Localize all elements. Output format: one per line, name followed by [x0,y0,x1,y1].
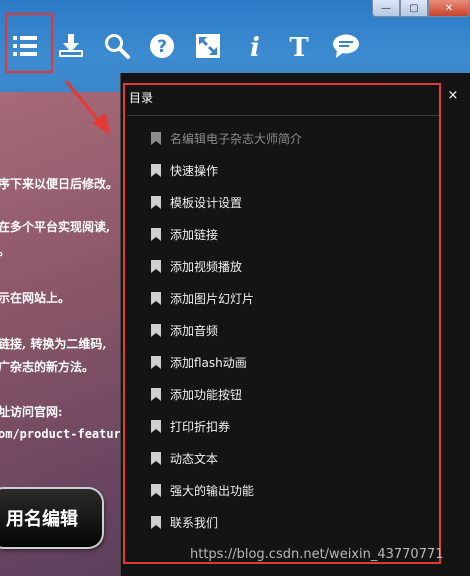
comment-icon[interactable] [331,30,361,62]
annotation-arrow-icon [64,80,110,135]
page-text-line: 在多个平台实现阅读, [0,220,111,234]
svg-text:i: i [250,33,260,60]
toc-item[interactable]: 联系我们 [151,516,302,548]
bookmark-icon [151,260,161,273]
bookmark-icon [151,356,161,369]
svg-text:?: ? [157,37,167,57]
search-icon[interactable] [102,30,132,62]
toc-title: 目录 [129,91,154,105]
toc-item-label: 动态文本 [170,452,219,466]
bookmark-icon [151,324,161,337]
toc-item[interactable]: 添加flash动画 [151,356,302,388]
watermark: https://blog.csdn.net/weixin_43770771 [190,547,444,562]
toc-panel: 目录 × 名编辑电子杂志大师简介 快速操作模板设计设置 添加链接添加视频播放 添加图片… [120,73,470,576]
text-icon[interactable]: T [284,30,314,62]
info-icon[interactable]: i [240,30,270,62]
divider [127,115,439,116]
help-icon[interactable]: ? [147,30,177,62]
page-text-line: 示在网站上。 [0,291,71,305]
toc-item[interactable]: 添加音频 [151,324,302,356]
page-text-line: 址访问官网: [0,405,63,419]
toc-item-label: 快速操作 [170,164,219,178]
bookmark-icon [151,292,161,305]
window-controls: — ▢ ✕ [372,0,470,18]
bookmark-icon [151,452,161,465]
fullscreen-icon[interactable] [193,30,223,62]
toc-item-label: 添加音频 [170,324,219,338]
toc-item-label: 添加图片幻灯片 [170,292,255,306]
download-icon[interactable] [56,30,86,62]
toc-item-label: 添加视频播放 [170,260,243,274]
bookmark-icon [151,516,161,529]
bookmark-icon [151,132,161,145]
page-text-line: 。 [0,242,10,259]
toc-item-label: 联系我们 [170,516,219,530]
bookmark-icon [151,388,161,401]
toc-item[interactable]: 快速操作 [151,164,302,196]
toc-item-label: 添加功能按钮 [170,388,243,402]
toc-item-label: 打印折扣券 [170,420,231,434]
toc-button-highlight [5,13,53,73]
toc-item[interactable]: 强大的输出功能 [151,484,302,516]
bookmark-icon [151,420,161,433]
toc-item[interactable]: 添加功能按钮 [151,388,302,420]
toc-close-button[interactable]: × [446,88,460,103]
toc-item-label: 强大的输出功能 [170,484,255,498]
page-text-line: 序下来以便日后修改。 [0,177,119,191]
bookmark-icon [151,228,161,241]
toc-item[interactable]: 添加链接 [151,228,302,260]
toc-item[interactable]: 模板设计设置 [151,196,302,228]
svg-text:T: T [289,33,309,60]
bookmark-icon [151,484,161,497]
toc-item-label: 添加链接 [170,228,219,242]
bookmark-icon [151,196,161,209]
toc-item[interactable]: 动态文本 [151,452,302,484]
close-window-button[interactable]: ✕ [428,0,470,17]
maximize-button[interactable]: ▢ [400,0,428,17]
toc-item[interactable]: 添加视频播放 [151,260,302,292]
toc-item[interactable]: 打印折扣券 [151,420,302,452]
toc-item-label: 名编辑电子杂志大师简介 [170,132,303,146]
page-text-line: 链接, 转换为二维码, [0,337,107,351]
toc-list: 名编辑电子杂志大师简介 快速操作模板设计设置 添加链接添加视频播放 添加图片幻灯片 添加… [151,132,302,548]
toc-item-label: 添加flash动画 [170,356,247,370]
toc-item[interactable]: 添加图片幻灯片 [151,292,302,324]
toc-item[interactable]: 名编辑电子杂志大师简介 [151,132,302,164]
bookmark-icon [151,164,161,177]
page-text-line: 广杂志的新方法。 [0,360,95,374]
page-link-text[interactable]: om/product-features [0,427,135,441]
toc-item-label: 模板设计设置 [170,196,243,210]
page-edit-button[interactable]: 用名编辑 [0,489,102,547]
minimize-button[interactable]: — [372,0,400,17]
